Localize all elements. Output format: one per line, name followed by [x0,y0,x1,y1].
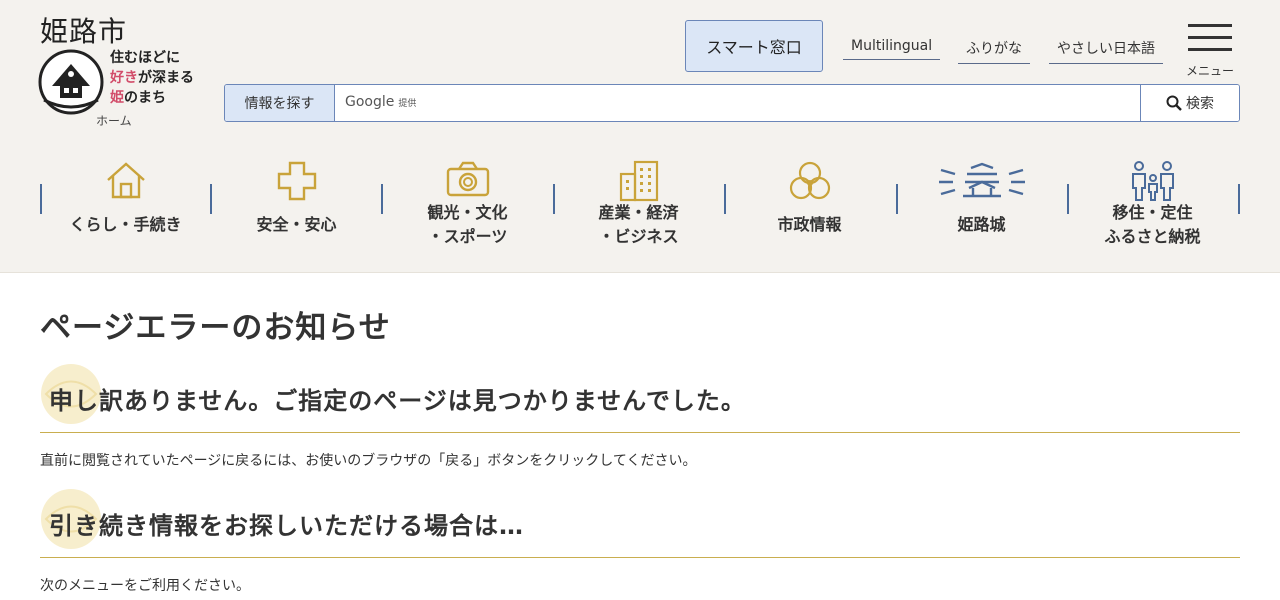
family-icon [1131,161,1174,201]
search-button[interactable]: 検索 [1140,85,1239,121]
section-text: 直前に閲覧されていたページに戻るには、お使いのブラウザの「戻る」ボタンをクリック… [40,453,697,469]
slogan-text: のまち [124,90,166,106]
site-logo[interactable]: 姫路市 住むほどに 好きが深まる 姫のまち ホーム [38,10,213,130]
search-label: 情報を探す [225,85,335,121]
furigana-link[interactable]: ふりがな [958,38,1030,64]
search-input[interactable] [335,85,1140,121]
site-search: 情報を探す Google 提供 検索 [224,84,1240,122]
nav-separator [1238,184,1240,214]
slogan-line: 住むほどに [110,50,180,66]
nav-item-city-admin[interactable]: 市政情報 [724,150,895,260]
section-heading: 申し訳ありません。ご指定のページは見つかりませんでした。 [40,363,1240,433]
site-header: 姫路市 住むほどに 好きが深まる 姫のまち ホーム スマート窓口 Multili… [0,0,1280,273]
slogan-pink-text: 好き [110,70,138,86]
nav-item-relocation[interactable]: 移住・定住 ふるさと納税 [1067,150,1238,260]
hamburger-bar [1188,36,1232,39]
nav-item-label: 安全・安心 [256,215,337,234]
section-heading-text: 引き続き情報をお探しいただける場合は… [49,512,524,540]
search-button-label: 検索 [1186,96,1214,112]
nav-item-label: 移住・定住 ふるさと納税 [1104,203,1201,246]
easy-japanese-link[interactable]: やさしい日本語 [1049,38,1163,64]
cross-icon [277,161,316,201]
nav-item-safety[interactable]: 安全・安心 [211,150,382,260]
slogan-text: が深まる [138,70,194,86]
logo-city-name: 姫路市 [40,15,128,48]
nav-item-tourism[interactable]: 観光・文化 ・スポーツ [382,150,553,260]
section-text: 次のメニューをご利用ください。 [40,578,250,594]
menu-label: メニュー [1185,64,1234,78]
page-title: ページエラーのお知らせ [40,310,391,346]
section-heading-text: 申し訳ありません。ご指定のページは見つかりませんでした。 [49,387,746,415]
building-icon [619,160,658,202]
multilingual-link[interactable]: Multilingual [843,38,941,60]
emblem-icon [789,161,830,200]
nav-item-label: 産業・経済 ・ビジネス [598,203,679,246]
smart-window-button[interactable]: スマート窓口 [685,20,823,72]
main-nav: くらし・手続き 安全・安心 観光・文化 ・スポーツ 産業・経済 ・ビジネス 市政… [40,150,1240,260]
nav-item-label: 姫路城 [957,215,1006,234]
slogan-line: 姫のまち [110,88,194,108]
himeji-mascot-icon [38,49,104,115]
camera-icon [446,161,489,197]
nav-item-label: 観光・文化 ・スポーツ [427,203,508,246]
nav-item-living[interactable]: くらし・手続き [40,150,211,260]
home-label[interactable]: ホーム [96,112,132,129]
slogan-pink-text: 姫 [110,90,124,106]
castle-icon [938,162,1025,198]
menu-button[interactable]: メニュー [1184,22,1236,80]
slogan-line: 好きが深まる [110,68,194,88]
nav-item-label: くらし・手続き [69,215,182,234]
nav-item-industry[interactable]: 産業・経済 ・ビジネス [553,150,724,260]
logo-slogan: 住むほどに 好きが深まる 姫のまち [110,48,194,108]
hamburger-bar [1188,48,1232,51]
house-icon [106,162,145,199]
hamburger-icon [1188,24,1232,27]
nav-item-himeji-castle[interactable]: 姫路城 [896,150,1067,260]
search-icon [1166,95,1182,111]
nav-item-label: 市政情報 [777,215,842,234]
section-heading: 引き続き情報をお探しいただける場合は… [40,488,1240,558]
